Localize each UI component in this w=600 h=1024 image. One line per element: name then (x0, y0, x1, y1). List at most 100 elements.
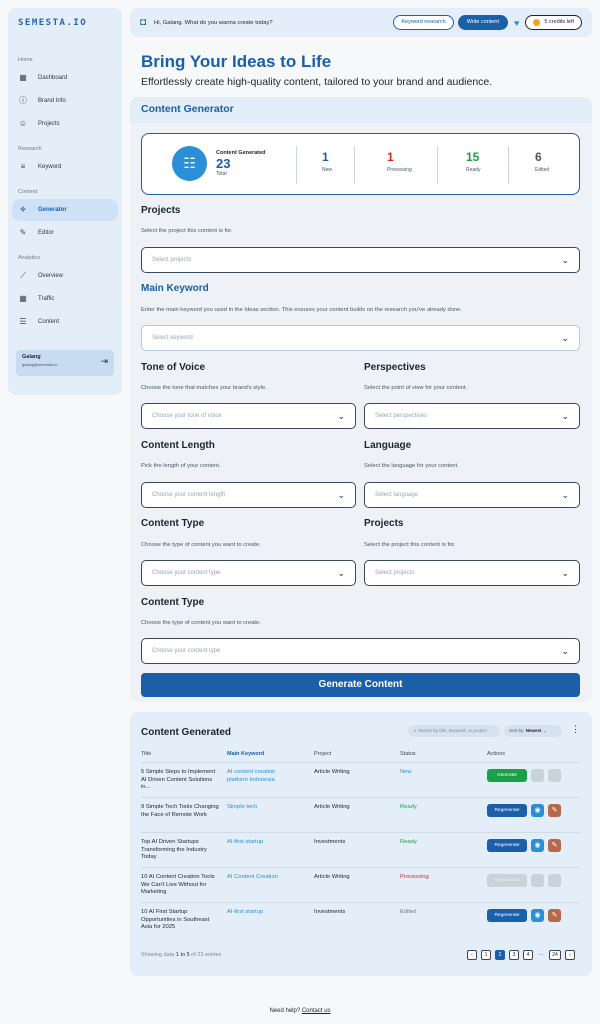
chevron-down-icon: ⌄ (561, 254, 569, 265)
keyword-select[interactable]: Select keyword ⌄ (141, 325, 580, 351)
column-header-project[interactable]: Project (314, 751, 331, 757)
sidebar-item-label: Traffic (38, 296, 55, 302)
regenerate-button[interactable]: Regenerate (487, 909, 527, 922)
chevron-down-icon: ⌄ (561, 645, 569, 656)
sidebar-item-label: Editor (38, 230, 54, 236)
sidebar-item-traffic[interactable]: ▦ Traffic (12, 288, 118, 310)
prev-page-icon[interactable]: ‹ (467, 950, 477, 960)
table-row[interactable]: 9 Simple Tech Tools Changing the Face of… (141, 797, 580, 832)
credits-text: 5 credits left (544, 19, 574, 25)
generate-button[interactable]: Generate (487, 769, 527, 782)
content-type2-select[interactable]: Choose your content type ⌄ (141, 638, 580, 664)
row-title[interactable]: 9 Simple Tech Tools Changing the Face of… (141, 804, 221, 819)
pencil-icon: ✎ (19, 228, 27, 237)
more-options-icon[interactable]: ⋮ (571, 724, 580, 735)
showing-prefix: Showing data (141, 952, 175, 958)
top-header: ◘ Hi, Galang. What do you wanna create t… (130, 8, 592, 37)
row-title[interactable]: Top AI Driven Startups Transforming the … (141, 839, 221, 862)
stat-label: Processing (387, 167, 412, 173)
row-title[interactable]: 5 Simple Steps to Implement AI Driven Co… (141, 769, 221, 792)
grid-icon: ▦ (19, 73, 27, 82)
table-row[interactable]: 10 AI First Startup Opportunities in Sou… (141, 902, 580, 937)
column-header-status[interactable]: Status (400, 751, 416, 757)
perspectives-title: Perspectives (364, 362, 426, 373)
page-button[interactable]: 1 (481, 950, 491, 960)
select-placeholder: Choose your content type (152, 648, 221, 654)
chevron-down-icon: ⌄ (337, 489, 345, 500)
page-subtitle: Effortlessly create high-quality content… (141, 76, 493, 88)
select-placeholder: Select language (375, 492, 419, 498)
stat-divider (354, 146, 355, 184)
eye-icon[interactable]: ◉ (531, 839, 544, 852)
sidebar-item-label: Overview (38, 273, 64, 279)
sidebar-item-editor[interactable]: ✎ Editor (12, 222, 118, 244)
keyword-research-button[interactable]: Keyword research (393, 15, 454, 30)
edit-icon[interactable]: ✎ (548, 804, 561, 817)
edit-icon[interactable]: ✎ (548, 839, 561, 852)
stat-value: 15 (466, 150, 480, 164)
logout-icon[interactable]: ⇥ (100, 356, 108, 367)
app-logo[interactable]: SEMESTA.IO (8, 16, 122, 46)
search-input[interactable]: ⌕ Search by title, keyword, or project (408, 725, 500, 737)
regenerate-button: Regenerate (487, 874, 527, 887)
row-project: Investments (314, 839, 346, 845)
help-text: Need help? (269, 1008, 301, 1014)
length-select[interactable]: Choose your content length ⌄ (141, 482, 356, 508)
row-title[interactable]: 10 AI Content Creation Tools We Can't Li… (141, 874, 221, 897)
content-generated-panel: Content Generated ⌕ Search by title, key… (130, 712, 592, 976)
eye-icon[interactable]: ◉ (531, 804, 544, 817)
row-status: New (400, 769, 412, 775)
row-status: Ready (400, 839, 417, 845)
next-page-icon[interactable]: › (565, 950, 575, 960)
sidebar-item-content[interactable]: ☰ Content (12, 311, 118, 333)
content-type2-title: Content Type (141, 597, 205, 608)
heart-icon[interactable]: ♥ (514, 18, 519, 28)
page-button[interactable]: 3 (509, 950, 519, 960)
sidebar-item-overview[interactable]: ⟋ Overview (12, 265, 118, 287)
regenerate-button[interactable]: Regenerate (487, 804, 527, 817)
perspectives-select[interactable]: Select perspectives ⌄ (364, 403, 580, 429)
table-row[interactable]: 5 Simple Steps to Implement AI Driven Co… (141, 762, 580, 797)
table-row[interactable]: Top AI Driven Startups Transforming the … (141, 832, 580, 867)
generate-content-button[interactable]: Generate Content (141, 673, 580, 697)
sidebar-item-keyword[interactable]: ≡ Keyword (12, 156, 118, 178)
column-header-keyword[interactable]: Main Keyword (227, 751, 264, 757)
language-select[interactable]: Select language ⌄ (364, 482, 580, 508)
stat-value: 1 (387, 150, 394, 164)
regenerate-button[interactable]: Regenerate (487, 839, 527, 852)
page-button[interactable]: 2 (495, 950, 505, 960)
generator-heading: Content Generator (130, 97, 592, 123)
row-actions: Regenerate (487, 874, 565, 887)
stat-ready: 15 Ready (466, 150, 526, 173)
table-row[interactable]: 10 AI Content Creation Tools We Can't Li… (141, 867, 580, 902)
write-content-button[interactable]: Write content (457, 15, 508, 30)
select-placeholder: Choose your content length (152, 492, 226, 498)
projects2-select[interactable]: Select projects ⌄ (364, 560, 580, 586)
sidebar-item-dashboard[interactable]: ▦ Dashboard (12, 67, 118, 89)
contact-us-link[interactable]: Contact us (302, 1008, 331, 1014)
projects-select[interactable]: Select projects ⌄ (141, 247, 580, 273)
keyword-title: Main Keyword (141, 283, 209, 294)
help-footer: Need help? Contact us (0, 1008, 600, 1014)
edit-icon[interactable]: ✎ (548, 909, 561, 922)
sidebar-item-projects[interactable]: ☺ Projects (12, 113, 118, 135)
sidebar-item-brand-info[interactable]: ⓘ Brand Info (12, 90, 118, 112)
row-keyword: AI-first startup (227, 839, 264, 845)
column-header-title[interactable]: Title (141, 751, 151, 757)
row-title[interactable]: 10 AI First Startup Opportunities in Sou… (141, 909, 221, 932)
row-status: Edited (400, 909, 417, 915)
chevron-down-icon: ⌄ (561, 410, 569, 421)
edit-icon (548, 874, 561, 887)
eye-icon[interactable]: ◉ (531, 909, 544, 922)
page-button[interactable]: 24 (549, 950, 561, 960)
credits-badge[interactable]: 5 credits left (525, 15, 582, 30)
content-type2-desc: Choose the type of content you want to c… (141, 620, 261, 626)
page-button[interactable]: 4 (523, 950, 533, 960)
sidebar-item-generator[interactable]: ✧ Generator (12, 199, 118, 221)
projects-title: Projects (141, 205, 181, 216)
content-type-select[interactable]: Choose your content type ⌄ (141, 560, 356, 586)
content-type-desc: Choose the type of content you want to c… (141, 542, 261, 548)
sort-dropdown[interactable]: Sort by: Newest ⌄ (504, 725, 562, 737)
tone-select[interactable]: Choose your tone of voice ⌄ (141, 403, 356, 429)
chevron-down-icon: ⌄ (561, 489, 569, 500)
